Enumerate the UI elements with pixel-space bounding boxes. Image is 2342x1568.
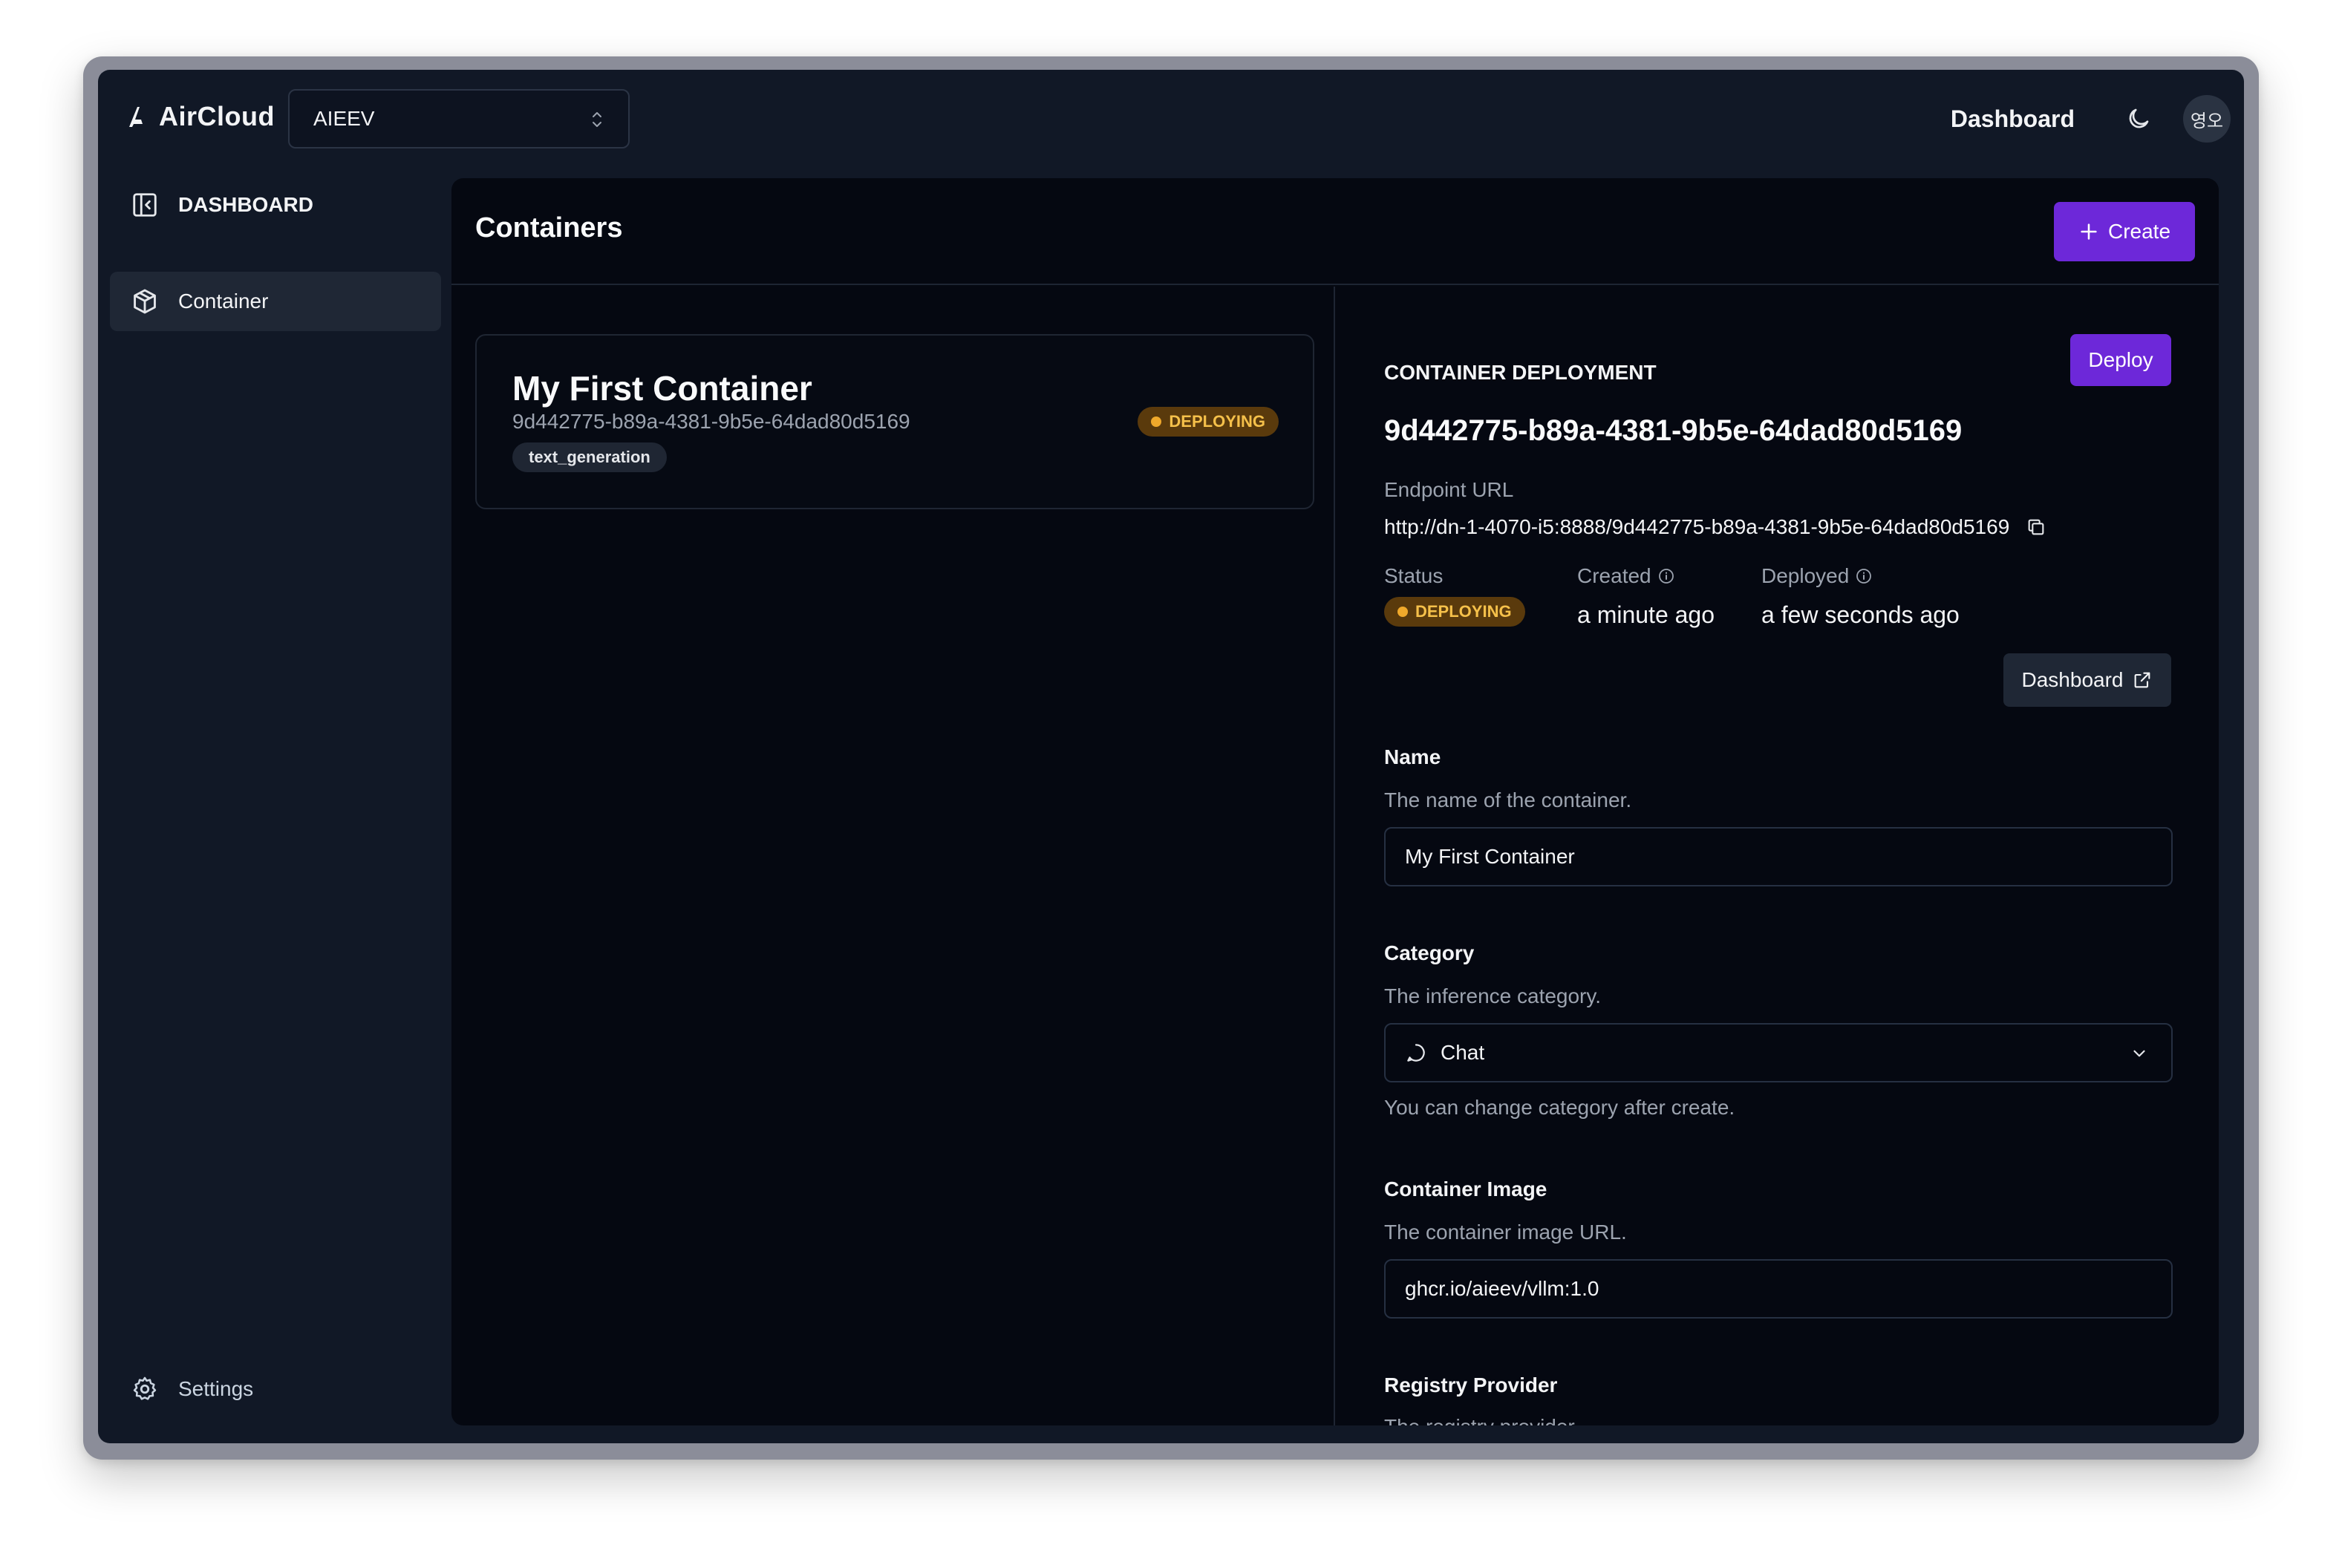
created-meta: Created a minute ago: [1577, 564, 1715, 629]
container-list: My First Container 9d442775-b89a-4381-9b…: [451, 287, 1335, 1425]
gear-icon: [131, 1375, 159, 1403]
open-dashboard-label: Dashboard: [2021, 668, 2124, 691]
cube-icon: [131, 287, 159, 316]
category-select[interactable]: Chat: [1384, 1023, 2173, 1082]
name-input-value: My First Container: [1405, 845, 1575, 868]
org-select[interactable]: AIEEV: [288, 89, 630, 148]
top-right-controls: Dashboard 영오: [1951, 89, 2231, 148]
sidebar-item-settings[interactable]: Settings: [131, 1375, 253, 1403]
name-input[interactable]: My First Container: [1384, 827, 2173, 886]
status-label: Status: [1384, 564, 1444, 587]
status-dot: [1151, 416, 1162, 427]
chevron-down-icon: [2130, 1044, 2149, 1063]
main-header: Containers Create: [451, 178, 2219, 285]
page-title: Containers: [475, 212, 623, 244]
brand-logo[interactable]: AirCloud: [125, 101, 275, 132]
open-dashboard-button[interactable]: Dashboard: [2003, 653, 2171, 707]
created-value: a minute ago: [1577, 601, 1715, 628]
image-url-input[interactable]: ghcr.io/aieev/vllm:1.0: [1384, 1259, 2173, 1319]
sidebar-header[interactable]: DASHBOARD: [131, 190, 313, 220]
category-note: You can change category after create.: [1384, 1096, 1735, 1119]
name-field-help: The name of the container.: [1384, 788, 1632, 811]
copy-icon[interactable]: [2026, 517, 2046, 538]
sidebar-header-label: DASHBOARD: [178, 193, 313, 216]
section-label: CONTAINER DEPLOYMENT: [1384, 361, 1657, 384]
deployed-label: Deployed: [1761, 564, 1850, 587]
brand-name: AirCloud: [159, 101, 275, 131]
status-badge: DEPLOYING: [1384, 597, 1525, 627]
status-badge-label: DEPLOYING: [1415, 602, 1512, 621]
image-field-label: Container Image: [1384, 1177, 1547, 1200]
created-label: Created: [1577, 564, 1651, 587]
aircloud-logo-icon: [125, 103, 151, 130]
status-dot: [1397, 607, 1408, 617]
deployed-meta: Deployed a few seconds ago: [1761, 564, 1960, 629]
created-label-row: Created: [1577, 564, 1715, 588]
container-detail: CONTAINER DEPLOYMENT Deploy 9d442775-b89…: [1337, 287, 2219, 1425]
category-tag: text_generation: [512, 442, 667, 472]
container-name: My First Container: [512, 369, 812, 408]
avatar[interactable]: 영오: [2183, 95, 2231, 143]
endpoint-url-row: http://dn-1-4070-i5:8888/9d442775-b89a-4…: [1384, 515, 2046, 539]
deployment-id: 9d442775-b89a-4381-9b5e-64dad80d5169: [1384, 414, 1963, 447]
registry-field-help: The registry provider.: [1384, 1415, 1579, 1425]
nav-dashboard-link[interactable]: Dashboard: [1951, 105, 2075, 133]
status-badge: DEPLOYING: [1138, 407, 1279, 437]
name-field-label: Name: [1384, 745, 1441, 768]
status-meta: Status DEPLOYING: [1384, 564, 1525, 627]
image-url-value: ghcr.io/aieev/vllm:1.0: [1405, 1277, 1599, 1300]
image-field-help: The container image URL.: [1384, 1221, 1627, 1244]
container-card[interactable]: My First Container 9d442775-b89a-4381-9b…: [475, 334, 1314, 509]
main-panel: Containers Create My First Container 9d4…: [451, 178, 2219, 1425]
info-icon[interactable]: [1855, 567, 1873, 585]
moon-icon[interactable]: [2121, 101, 2156, 137]
sidebar-item-container[interactable]: Container: [110, 272, 441, 331]
category-field-help: The inference category.: [1384, 984, 1602, 1007]
container-id: 9d442775-b89a-4381-9b5e-64dad80d5169: [512, 410, 910, 433]
create-button-label: Create: [2107, 220, 2171, 243]
endpoint-label: Endpoint URL: [1384, 478, 1514, 501]
plus-icon: [2078, 221, 2099, 242]
chevron-updown-icon: [590, 108, 604, 131]
endpoint-url[interactable]: http://dn-1-4070-i5:8888/9d442775-b89a-4…: [1384, 515, 2009, 539]
chat-bubble-icon: [1405, 1042, 1427, 1064]
top-bar: AirCloud AIEEV Dashboard 영오: [98, 70, 2244, 166]
app-window: AirCloud AIEEV Dashboard 영오 DASHBOARD Co…: [98, 70, 2244, 1443]
settings-label: Settings: [178, 1377, 254, 1400]
status-badge-label: DEPLOYING: [1169, 412, 1265, 431]
sidebar-item-label: Container: [178, 290, 269, 313]
category-field-label: Category: [1384, 941, 1475, 964]
org-select-value: AIEEV: [313, 107, 375, 130]
external-link-icon: [2132, 670, 2153, 690]
category-select-value: Chat: [1441, 1041, 1485, 1064]
info-icon[interactable]: [1657, 567, 1675, 585]
registry-field-label: Registry Provider: [1384, 1373, 1558, 1396]
create-button[interactable]: Create: [2054, 202, 2195, 261]
sidebar-collapse-icon[interactable]: [131, 191, 159, 219]
deployed-label-row: Deployed: [1761, 564, 1960, 588]
deploy-button[interactable]: Deploy: [2070, 334, 2171, 386]
deployed-value: a few seconds ago: [1761, 601, 1960, 628]
